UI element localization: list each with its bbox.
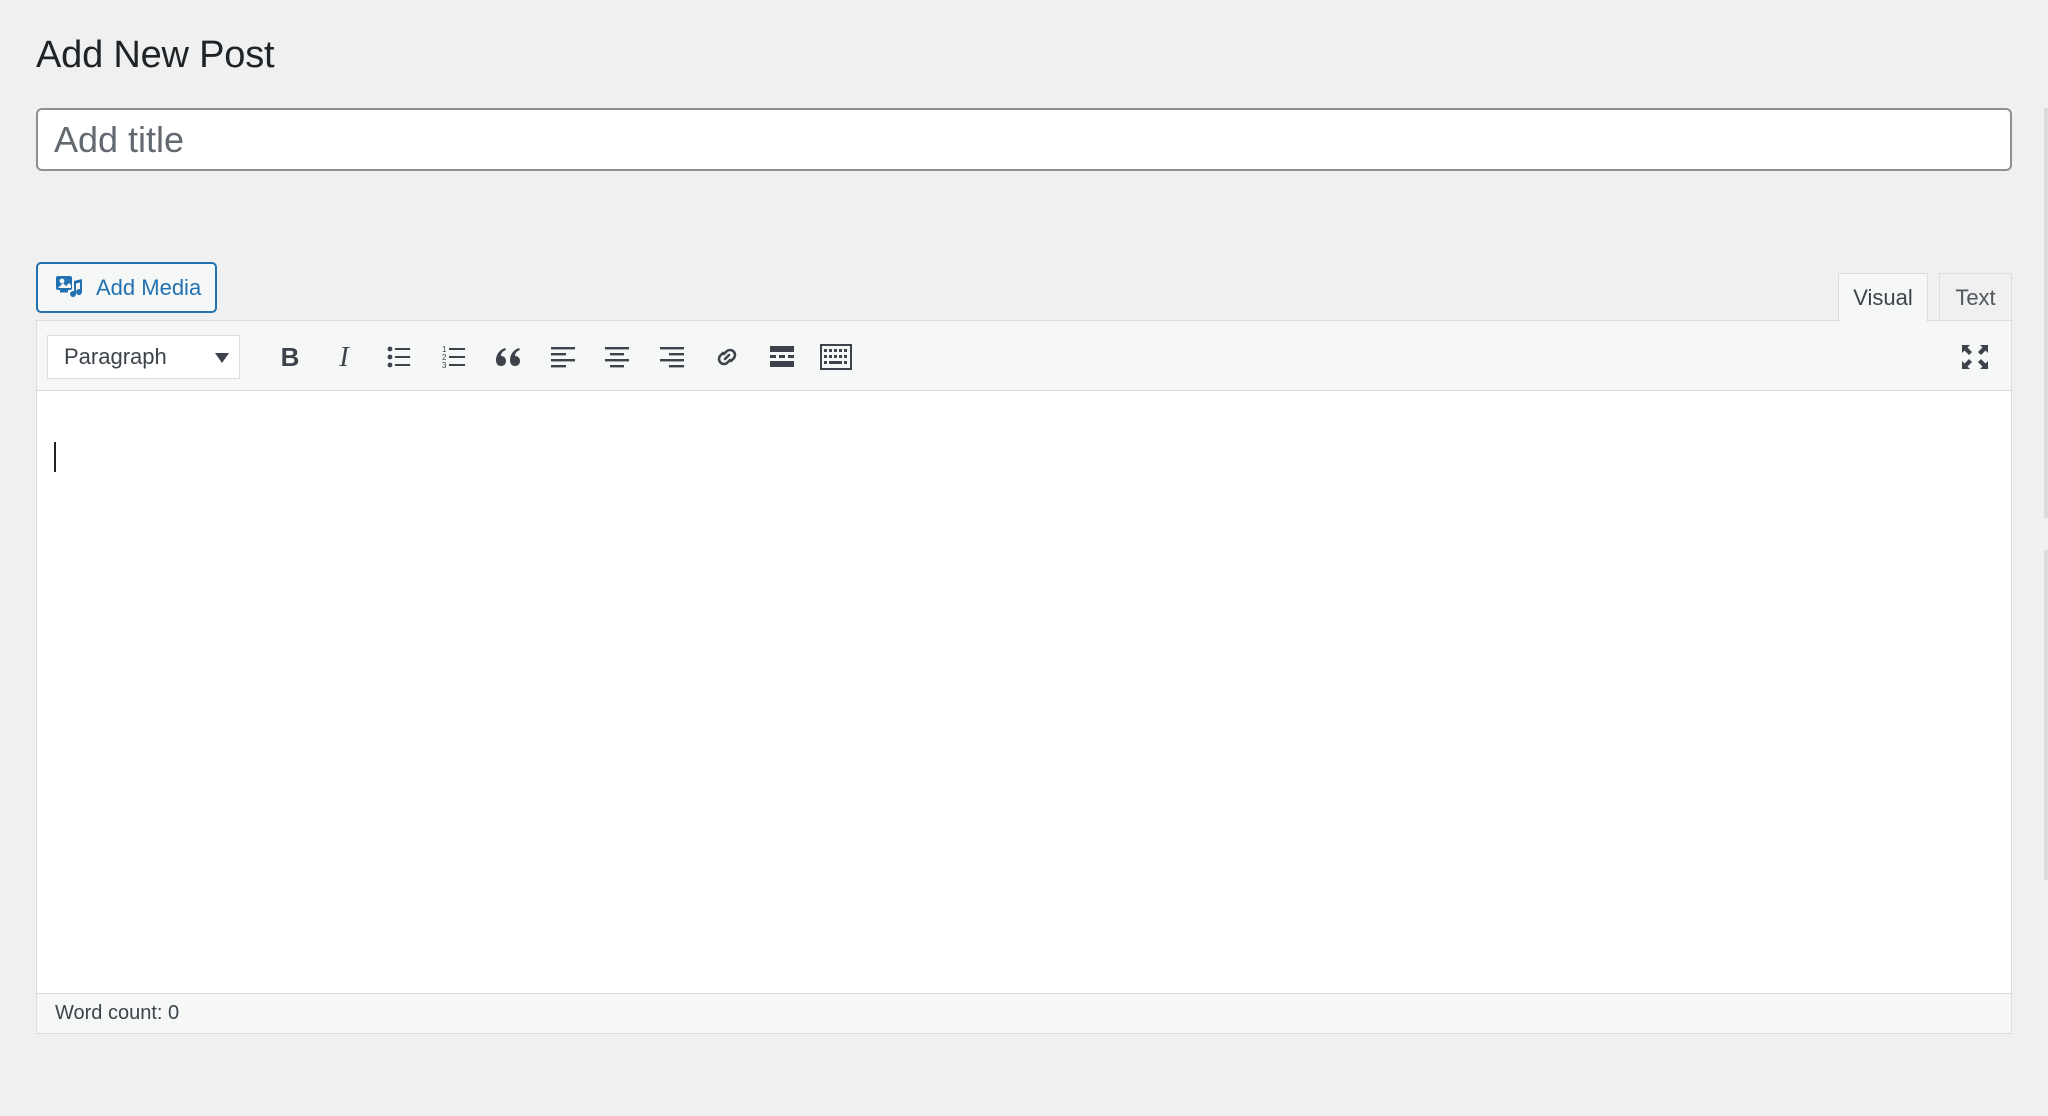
bulleted-list-button[interactable]	[379, 337, 419, 377]
read-more-button[interactable]	[762, 337, 802, 377]
post-title-input[interactable]	[36, 108, 2012, 171]
align-left-button[interactable]	[543, 337, 583, 377]
keyboard-icon	[820, 344, 852, 370]
toolbar-toggle-button[interactable]	[816, 337, 856, 377]
tab-text[interactable]: Text	[1939, 273, 2012, 321]
svg-text:I: I	[338, 344, 350, 370]
page-title: Add New Post	[36, 34, 275, 76]
read-more-icon	[770, 346, 794, 367]
bold-button[interactable]: B	[270, 337, 310, 377]
format-select[interactable]: Paragraph	[47, 335, 240, 379]
tab-visual[interactable]: Visual	[1838, 273, 1928, 322]
align-right-button[interactable]	[652, 337, 692, 377]
word-count: Word count: 0	[55, 1002, 180, 1024]
bold-icon: B	[281, 344, 300, 370]
svg-text:3: 3	[442, 361, 447, 370]
align-center-icon	[605, 347, 629, 368]
italic-icon: I	[338, 344, 350, 370]
link-icon	[717, 348, 737, 366]
format-select-value: Paragraph	[64, 344, 167, 369]
blockquote-icon	[496, 348, 520, 366]
editor-content-area[interactable]	[37, 392, 2011, 995]
fullscreen-icon	[1962, 345, 1988, 369]
editor-toolbar: Paragraph B I 1 2 3	[37, 321, 2011, 391]
blockquote-button[interactable]	[488, 337, 528, 377]
svg-text:B: B	[281, 344, 300, 370]
editor-status-bar: Word count: 0	[37, 993, 2011, 1033]
numbered-list-button[interactable]: 1 2 3	[434, 337, 474, 377]
align-center-button[interactable]	[597, 337, 637, 377]
insert-link-button[interactable]	[707, 337, 747, 377]
add-media-label: Add Media	[96, 274, 202, 300]
numbered-list-icon: 1 2 3	[442, 345, 465, 370]
align-left-icon	[551, 347, 575, 368]
page: Add New Post Add Media Visual Text Parag…	[0, 0, 2048, 1116]
add-media-button[interactable]: Add Media	[36, 262, 217, 313]
fullscreen-button[interactable]	[1955, 337, 1995, 377]
editor: Paragraph B I 1 2 3 Word count: 0	[36, 320, 2012, 1034]
align-right-icon	[660, 347, 684, 368]
bulleted-list-icon	[387, 346, 410, 368]
scrollbar-track[interactable]	[2044, 108, 2048, 518]
scrollbar-track-lower[interactable]	[2044, 550, 2048, 880]
text-cursor	[54, 442, 56, 472]
chevron-down-icon	[215, 353, 229, 363]
italic-button[interactable]: I	[324, 337, 364, 377]
add-media-icon	[54, 272, 84, 304]
